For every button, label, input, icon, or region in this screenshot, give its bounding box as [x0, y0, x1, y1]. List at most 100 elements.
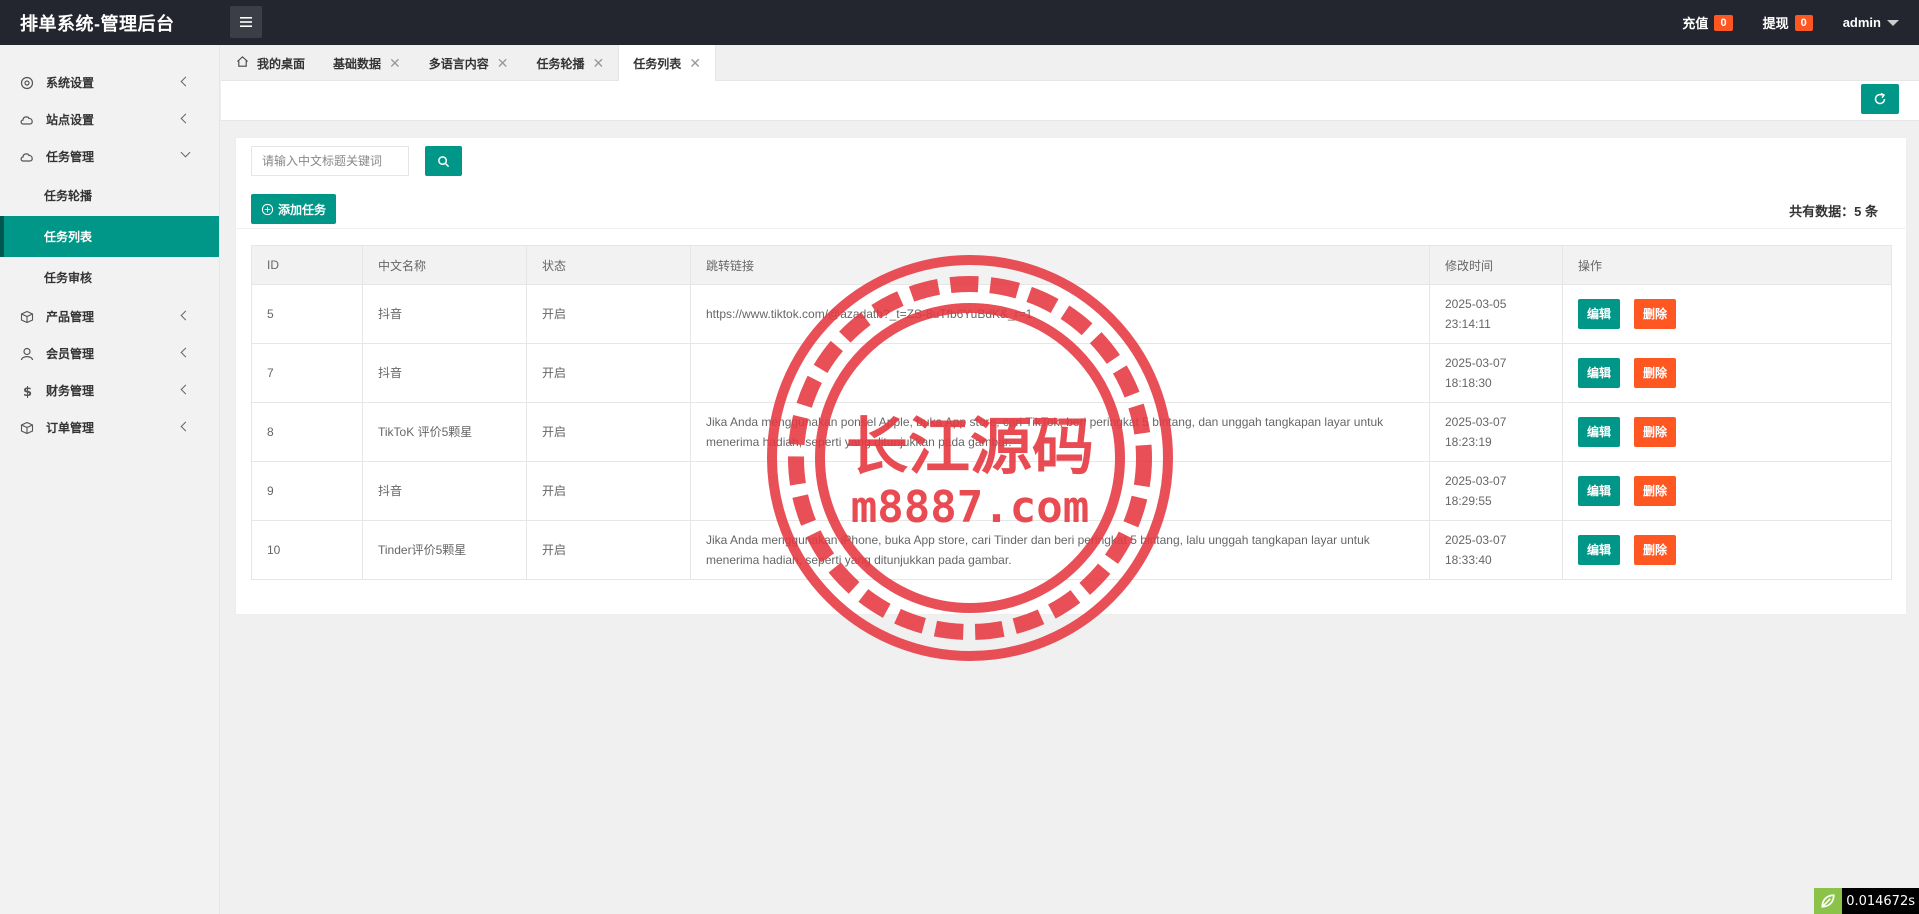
refresh-button[interactable]	[1861, 84, 1899, 114]
withdraw-badge: 0	[1794, 14, 1813, 31]
task-table: ID 中文名称 状态 跳转链接 修改时间 操作 5 抖音 开启 https://…	[251, 245, 1892, 580]
user-menu[interactable]: admin	[1843, 15, 1899, 30]
cell-link	[690, 461, 1430, 521]
sidebar-item-site-settings[interactable]: 站点设置	[0, 101, 219, 138]
tab-bar: 我的桌面 基础数据 ✕ 多语言内容 ✕ 任务轮播 ✕ 任务列表 ✕	[221, 45, 1919, 81]
cell-id: 9	[251, 461, 363, 521]
sidebar-item-finance-management[interactable]: $ 财务管理	[0, 372, 219, 409]
cell-actions: 编辑 删除	[1562, 284, 1892, 344]
edit-button[interactable]: 编辑	[1578, 358, 1621, 388]
delete-button[interactable]: 删除	[1634, 299, 1677, 329]
table-row: 7 抖音 开启 2025-03-07 18:18:30 编辑 删除	[251, 343, 1892, 403]
table-row: 8 TikToK 评价5颗星 开启 Jika Anda menggunakan …	[251, 402, 1892, 462]
tab-multilang-content[interactable]: 多语言内容 ✕	[415, 45, 523, 81]
sidebar: 系统设置 站点设置 任务管理 任务轮播 任务列表 任务审核 产品管理 会员管理 …	[0, 45, 220, 914]
close-icon[interactable]: ✕	[593, 55, 605, 72]
edit-button[interactable]: 编辑	[1578, 476, 1621, 506]
cell-status: 开启	[526, 520, 691, 580]
withdraw-link[interactable]: 提现 0	[1763, 13, 1813, 32]
sidebar-item-label: 系统设置	[46, 76, 95, 90]
sidebar-subitem-task-list[interactable]: 任务列表	[0, 216, 219, 257]
total-count: 共有数据：5 条	[1789, 204, 1878, 219]
cell-time: 2025-03-05 23:14:11	[1429, 284, 1563, 344]
sidebar-item-label: 任务管理	[46, 150, 95, 164]
cell-link: https://www.tiktok.com/@azadath?_t=ZS-8u…	[690, 284, 1430, 344]
add-task-button[interactable]: 添加任务	[251, 194, 337, 224]
cell-id: 7	[251, 343, 363, 403]
cell-name: TikToK 评价5颗星	[362, 402, 527, 462]
tab-label: 任务轮播	[536, 56, 585, 71]
table-row: 5 抖音 开启 https://www.tiktok.com/@azadath?…	[251, 284, 1892, 344]
delete-button[interactable]: 删除	[1634, 417, 1677, 447]
tab-label: 基础数据	[333, 56, 382, 71]
search-input[interactable]	[251, 146, 409, 176]
search-button[interactable]	[425, 146, 462, 176]
sidebar-item-task-management[interactable]: 任务管理	[0, 138, 219, 175]
close-icon[interactable]: ✕	[497, 55, 509, 72]
leaf-icon	[1814, 888, 1843, 914]
cell-actions: 编辑 删除	[1562, 520, 1892, 580]
page-load-timer: 0.014672s	[1814, 888, 1919, 914]
cell-link: Jika Anda menggunakan ponsel Apple, buka…	[690, 402, 1430, 462]
top-header: 排单系统-管理后台 充值 0 提现 0 admin	[0, 0, 1919, 45]
chevron-left-icon	[180, 76, 191, 87]
sidebar-item-label: 站点设置	[46, 113, 95, 127]
user-icon	[20, 347, 34, 361]
edit-button[interactable]: 编辑	[1578, 535, 1621, 565]
edit-button[interactable]: 编辑	[1578, 299, 1621, 329]
delete-button[interactable]: 删除	[1634, 476, 1677, 506]
sidebar-item-order-management[interactable]: 订单管理	[0, 409, 219, 446]
withdraw-label: 提现	[1762, 16, 1789, 31]
cell-id: 10	[251, 520, 363, 580]
cell-actions: 编辑 删除	[1562, 343, 1892, 403]
table-row: 10 Tinder评价5颗星 开启 Jika Anda menggunakan …	[251, 520, 1892, 580]
cell-id: 8	[251, 402, 363, 462]
cell-name: Tinder评价5颗星	[362, 520, 527, 580]
table-row: 9 抖音 开启 2025-03-07 18:29:55 编辑 删除	[251, 461, 1892, 521]
recharge-link[interactable]: 充值 0	[1682, 13, 1733, 32]
main-card: 添加任务 共有数据：5 条 ID 中文名称 状态 跳转链接 修改时间 操作 5 …	[235, 137, 1907, 615]
tab-basic-data[interactable]: 基础数据 ✕	[319, 45, 415, 81]
column-header: 操作	[1562, 245, 1892, 285]
cell-time: 2025-03-07 18:29:55	[1429, 461, 1563, 521]
timer-value: 0.014672s	[1842, 888, 1919, 914]
cell-time: 2025-03-07 18:18:30	[1429, 343, 1563, 403]
svg-text:$: $	[23, 385, 32, 398]
close-icon[interactable]: ✕	[389, 55, 401, 72]
close-icon[interactable]: ✕	[689, 55, 701, 72]
sidebar-subitem-task-carousel[interactable]: 任务轮播	[0, 175, 219, 216]
tab-label: 我的桌面	[257, 56, 306, 71]
chevron-left-icon	[180, 384, 191, 395]
tab-task-list[interactable]: 任务列表 ✕	[618, 45, 717, 81]
gear-icon	[20, 76, 34, 90]
cell-id: 5	[251, 284, 363, 344]
sidebar-item-member-management[interactable]: 会员管理	[0, 335, 219, 372]
column-header: ID	[251, 245, 363, 285]
tab-dashboard[interactable]: 我的桌面	[221, 45, 319, 81]
box-icon	[20, 310, 34, 324]
cell-name: 抖音	[362, 343, 527, 403]
sidebar-item-product-management[interactable]: 产品管理	[0, 298, 219, 335]
sidebar-item-system-settings[interactable]: 系统设置	[0, 64, 219, 101]
column-header: 跳转链接	[690, 245, 1430, 285]
sidebar-subitem-task-review[interactable]: 任务审核	[0, 257, 219, 298]
caret-down-icon	[1887, 19, 1899, 26]
chevron-left-icon	[180, 113, 191, 124]
column-header: 中文名称	[362, 245, 527, 285]
hamburger-icon	[240, 17, 252, 27]
delete-button[interactable]: 删除	[1634, 358, 1677, 388]
dollar-icon: $	[20, 384, 34, 398]
recharge-badge: 0	[1714, 14, 1733, 31]
tab-task-carousel[interactable]: 任务轮播 ✕	[523, 45, 619, 81]
recharge-label: 充值	[1682, 16, 1709, 31]
delete-button[interactable]: 删除	[1634, 535, 1677, 565]
tab-label: 多语言内容	[428, 56, 489, 71]
cell-name: 抖音	[362, 461, 527, 521]
cell-link: Jika Anda menggunakan iPhone, buka App s…	[690, 520, 1430, 580]
edit-button[interactable]: 编辑	[1578, 417, 1621, 447]
sidebar-item-label: 财务管理	[46, 384, 95, 398]
menu-toggle-button[interactable]	[230, 6, 262, 38]
cell-status: 开启	[526, 461, 691, 521]
add-task-label: 添加任务	[278, 202, 327, 217]
cell-status: 开启	[526, 343, 691, 403]
